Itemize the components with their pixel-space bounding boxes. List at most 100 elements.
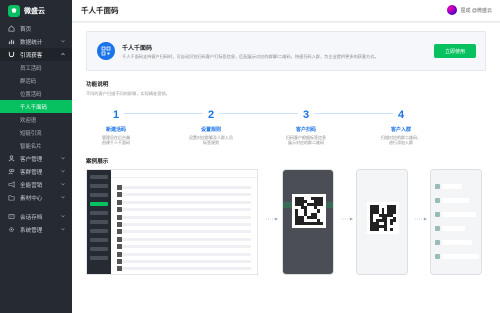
sidebar-subitem-label: 智能名片 — [20, 143, 42, 150]
sidebar-subitem-label: 群活码 — [20, 78, 37, 85]
sidebar: 微盛云 首页数据统计引流获客员工活码群活码位置活码千人千面码欢迎语短链引流智能名… — [0, 0, 72, 313]
step-number: 1 — [108, 107, 124, 123]
case-gallery — [86, 169, 486, 279]
sidebar-item-label: 首页 — [20, 26, 32, 33]
step-description: 扫码客户根据标签信息 展示对应的群二维码 — [286, 135, 326, 145]
sidebar-subitem[interactable]: 智能名片 — [0, 139, 72, 152]
chat-avatar — [435, 240, 440, 245]
case-admin-row — [117, 259, 251, 264]
qr-code-image — [367, 202, 399, 234]
case-phone-scan — [282, 169, 334, 275]
case-admin-row — [117, 214, 251, 220]
feature-step: 2 设置规则 设置对应群聊及人群入员 标签规则 — [181, 105, 241, 145]
sidebar-item-label: 引流获客 — [20, 52, 43, 59]
brand[interactable]: 微盛云 — [0, 0, 72, 22]
cases-title: 案例展示 — [86, 159, 109, 165]
step-title: 新建活码 — [105, 127, 126, 133]
feature-step: 4 客户入群扫描对应的群二维码， 进行添加入群 — [371, 105, 431, 145]
sidebar-subitem[interactable]: 千人千面码 — [0, 100, 72, 113]
sidebar-item-label: 全能营销 — [20, 182, 43, 189]
page-title: 千人千面码 — [81, 6, 119, 15]
qr-code-image — [292, 194, 326, 228]
home-icon — [8, 25, 15, 32]
avatar — [446, 5, 457, 15]
qr-code-icon — [97, 42, 115, 60]
chat-avatar — [435, 226, 440, 231]
sidebar-subitem[interactable]: 短链引流 — [0, 126, 72, 139]
chat-bubble — [442, 184, 462, 189]
case-admin-screenshot — [86, 169, 258, 275]
chat-avatar — [435, 184, 440, 189]
use-now-button[interactable]: 立即使用 — [434, 44, 476, 58]
step-description: 扫描对应的群二维码， 进行添加入群 — [381, 135, 421, 145]
case-admin-row — [117, 199, 251, 205]
chevron-down-icon — [61, 170, 65, 173]
chat-bubble — [442, 254, 479, 259]
sidebar-item-label: 数据统计 — [20, 39, 43, 46]
sidebar-subitem[interactable]: 位置活码 — [0, 87, 72, 100]
sidebar-item[interactable]: 客群管理 — [0, 165, 72, 178]
archive-icon — [8, 214, 15, 219]
folder-icon — [8, 195, 15, 201]
sidebar-item[interactable]: 系统管理 — [0, 223, 72, 236]
features-subtitle: 不同的客户扫描不同的群聊，实现精准营销。 — [86, 91, 170, 96]
group-icon — [8, 169, 15, 175]
feature-step: 1 新建活码管理员在后台端 创建千人千面码 — [86, 105, 146, 145]
sidebar-subitem-label: 员工活码 — [20, 65, 42, 72]
brand-logo-icon — [8, 5, 20, 17]
case-admin-row — [117, 229, 251, 235]
sidebar-item[interactable]: 首页 — [0, 22, 72, 35]
case-phone-group-qr — [356, 169, 408, 275]
chat-bubble — [442, 212, 476, 217]
chat-avatar — [435, 212, 440, 217]
user-name: 屈成 @微盛云 — [460, 7, 492, 14]
sidebar-item[interactable]: 素材中心 — [0, 191, 72, 204]
step-number: 4 — [393, 107, 409, 123]
sidebar-subitem[interactable]: 群活码 — [0, 74, 72, 87]
main-content: 千人千面码 千人千面码支持客户扫码时，可自动识别扫码客户打标签信息，匹配展示对应… — [72, 23, 500, 313]
feature-steps: 1 新建活码管理员在后台端 创建千人千面码 2 设置规则 设置对应群聊及人群入员 标签规… — [86, 105, 486, 153]
sidebar-item[interactable]: 数据统计 — [0, 35, 72, 48]
features-title: 功能说明 — [86, 82, 109, 88]
sidebar-subitem-label: 欢迎语 — [20, 117, 37, 124]
chevron-down-icon — [61, 183, 65, 186]
chevron-up-icon — [61, 52, 65, 56]
chat-bubble — [442, 240, 472, 245]
case-admin-row — [117, 244, 251, 250]
sidebar-item[interactable]: 客户管理 — [0, 152, 72, 165]
sidebar-item-label: 客户管理 — [20, 156, 43, 163]
case-admin-row — [117, 192, 251, 198]
case-admin-row — [117, 207, 251, 213]
header: 千人千面码 屈成 @微盛云 — [72, 0, 500, 22]
sidebar-subitem[interactable]: 员工活码 — [0, 61, 72, 74]
step-description: 管理员在后台端 创建千人千面码 — [102, 135, 130, 145]
chevron-down-icon — [61, 228, 65, 231]
case-admin-row — [117, 236, 251, 242]
step-title: 客户扫码 — [295, 127, 316, 133]
chevron-down-icon — [61, 196, 65, 199]
hero-banner: 千人千面码 千人千面码支持客户扫码时，可自动识别扫码客户打标签信息，匹配展示对应… — [86, 31, 486, 71]
case-admin-row — [117, 185, 251, 190]
sidebar-item-label: 素材中心 — [20, 195, 43, 202]
case-admin-header — [111, 170, 257, 178]
sidebar-nav: 首页数据统计引流获客员工活码群活码位置活码千人千面码欢迎语短链引流智能名片客户管… — [0, 22, 72, 236]
arrow-right-icon — [266, 217, 278, 221]
case-phone-group-chat — [430, 169, 482, 275]
chevron-down-icon — [61, 40, 65, 43]
sidebar-item[interactable]: 全能营销 — [0, 178, 72, 191]
hero-title: 千人千面码 — [122, 45, 153, 52]
chat-avatar — [435, 254, 440, 259]
brand-name: 微盛云 — [24, 8, 45, 15]
user-menu[interactable]: 屈成 @微盛云 — [446, 5, 492, 15]
sidebar-item[interactable]: 会话存档 — [0, 210, 72, 223]
sidebar-item[interactable]: 引流获客 — [0, 48, 72, 61]
hero-description: 千人千面码支持客户扫码时，可自动识别扫码客户打标签信息，匹配展示对应的群聊/二维… — [122, 53, 379, 59]
chat-bubble — [442, 198, 469, 203]
sidebar-subitem[interactable]: 欢迎语 — [0, 113, 72, 126]
case-admin-row — [117, 222, 251, 227]
sidebar-subitem-label: 千人千面码 — [20, 104, 47, 111]
step-title: 客户入群 — [390, 127, 411, 133]
megaphone-icon — [8, 181, 15, 188]
chevron-down-icon — [61, 215, 65, 218]
case-admin-sidebar — [87, 170, 111, 274]
